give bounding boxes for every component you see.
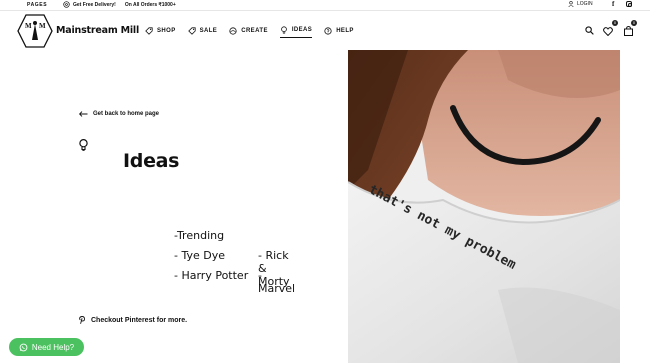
pinterest-label: Checkout Pinterest for more. [91,316,188,324]
cart-count-badge: 0 [631,20,637,26]
arrow-left-icon [79,111,88,117]
nav-create[interactable]: CREATE [229,26,268,38]
nav-ideas-label: IDEAS [291,27,313,33]
page-gutter [620,50,650,363]
tag-marvel[interactable]: - Marvel [258,269,295,295]
delivery-banner: Get Free Delivery! On All Orders ₹1000+ [63,1,176,8]
tag-icon [145,26,153,35]
delivery-icon [63,1,70,8]
palette-icon [229,26,237,35]
back-home-link[interactable]: Get back to home page [79,111,159,117]
tag-harry-potter[interactable]: - Harry Potter [174,269,248,282]
top-bar: PAGES Get Free Delivery! On All Orders ₹… [0,0,650,11]
cart-icon[interactable] [624,26,633,36]
back-home-label: Get back to home page [93,111,160,117]
svg-text:M: M [39,22,46,30]
login-link[interactable]: LOGIN [568,1,593,7]
hero-image: that's not my problem [348,50,620,363]
nav-help[interactable]: HELP [324,26,354,38]
nav-shop[interactable]: SHOP [145,26,176,38]
help-icon [324,26,332,35]
list-item[interactable]: - Tye Dye - Rick & Morty [174,249,290,288]
list-item[interactable]: - Harry Potter - Marvel [174,269,295,295]
need-help-button[interactable]: Need Help? [9,338,84,356]
pinterest-icon [79,316,85,324]
nav-help-label: HELP [336,27,354,34]
tag-tye-dye[interactable]: - Tye Dye [174,249,225,262]
list-item[interactable]: -Trending [174,229,248,249]
delivery-orders: On All Orders ₹1000+ [124,1,176,8]
pages-menu[interactable]: PAGES [27,2,47,8]
lightbulb-icon [79,139,88,151]
page-title: Ideas [123,150,180,172]
main-header: M M Mainstream Mill SHOP SALE CREATE IDE… [0,12,650,50]
nav-create-label: CREATE [241,27,268,34]
bulb-icon [281,26,287,34]
heart-icon[interactable] [603,27,613,36]
brand-name[interactable]: Mainstream Mill [56,25,139,36]
main-nav: SHOP SALE CREATE IDEAS HELP [145,26,366,38]
nav-ideas[interactable]: IDEAS [279,26,313,38]
facebook-icon[interactable]: f [612,0,614,8]
svg-text:M: M [25,22,32,30]
tag-trending[interactable]: -Trending [174,229,224,242]
pinterest-link[interactable]: Checkout Pinterest for more. [79,316,187,324]
nav-shop-label: SHOP [157,27,176,34]
wishlist-count-badge: 0 [612,20,618,26]
brand-logo[interactable]: M M [17,14,53,48]
user-icon [568,1,574,7]
model-photo: that's not my problem [348,50,620,363]
delivery-text: Get Free Delivery! [73,1,116,8]
login-label: LOGIN [577,1,593,7]
search-icon[interactable] [585,26,594,35]
whatsapp-icon [19,343,28,351]
need-help-label: Need Help? [31,342,75,352]
nav-sale-label: SALE [199,27,218,34]
tag-icon [187,26,196,35]
instagram-icon[interactable] [626,1,632,7]
ideas-list: -Trending - Tye Dye - Rick & Morty - Har… [174,229,295,295]
nav-sale[interactable]: SALE [187,26,218,38]
